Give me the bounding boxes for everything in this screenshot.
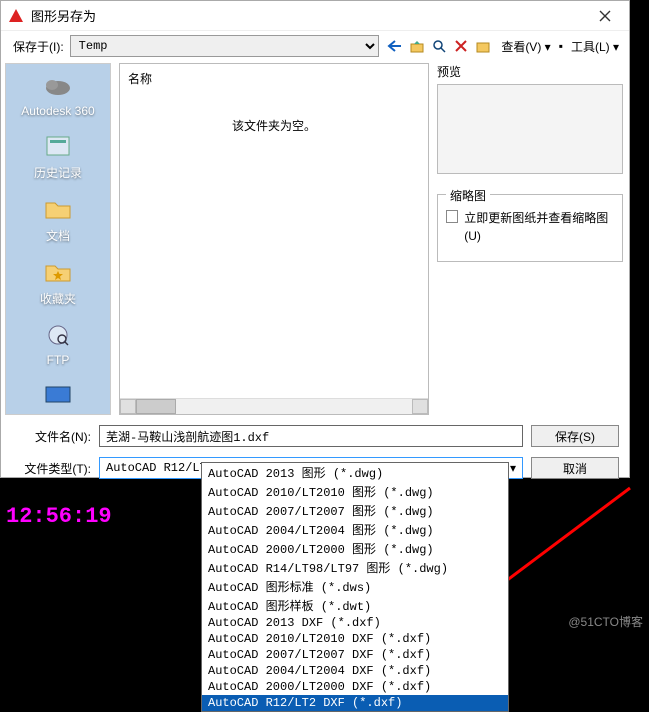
thumbnail-group-label: 缩略图: [446, 187, 490, 204]
scroll-left-icon[interactable]: [120, 399, 136, 414]
empty-folder-text: 该文件夹为空。: [120, 93, 428, 158]
search-icon[interactable]: [429, 36, 449, 56]
filetype-option[interactable]: AutoCAD 2004/LT2004 DXF (*.dxf): [202, 663, 508, 679]
filetype-option[interactable]: AutoCAD 图形标准 (*.dws): [202, 577, 508, 596]
filetype-dropdown[interactable]: AutoCAD 2013 图形 (*.dwg)AutoCAD 2010/LT20…: [201, 462, 509, 712]
filetype-option[interactable]: AutoCAD 2010/LT2010 DXF (*.dxf): [202, 631, 508, 647]
favorites-icon: [42, 258, 74, 286]
filename-input[interactable]: [99, 425, 523, 447]
new-folder-icon[interactable]: [473, 36, 493, 56]
preview-label: 预览: [437, 63, 623, 80]
app-logo-icon: [7, 7, 25, 25]
save-in-label: 保存于(I):: [13, 38, 64, 55]
sidebar-item-label: 桌面: [46, 413, 70, 415]
timestamp-overlay: 12:56:19: [6, 504, 112, 529]
dialog-title: 图形另存为: [31, 6, 583, 25]
sidebar-item-label: 文档: [46, 227, 70, 244]
sidebar-item-label: 历史记录: [34, 164, 82, 181]
thumbnail-group: 缩略图 立即更新图纸并查看缩略图(U): [437, 194, 623, 262]
save-button[interactable]: 保存(S): [531, 425, 619, 447]
close-button[interactable]: [583, 2, 627, 30]
cloud-icon: [42, 72, 74, 100]
toolbar-icons: [385, 36, 493, 56]
scroll-right-icon[interactable]: [412, 399, 428, 414]
sidebar-item-label: FTP: [47, 353, 70, 367]
filetype-option[interactable]: AutoCAD R14/LT98/LT97 图形 (*.dwg): [202, 558, 508, 577]
sidebar-item-autodesk360[interactable]: Autodesk 360: [6, 64, 110, 124]
sidebar-item-documents[interactable]: 文档: [6, 187, 110, 250]
up-folder-icon[interactable]: [407, 36, 427, 56]
filetype-label: 文件类型(T):: [11, 460, 91, 477]
update-thumbnail-checkbox[interactable]: [446, 210, 458, 223]
chevron-down-icon: ▾: [510, 461, 516, 476]
sidebar-item-label: Autodesk 360: [21, 104, 94, 118]
filetype-option[interactable]: AutoCAD 2000/LT2000 DXF (*.dxf): [202, 679, 508, 695]
history-icon: [42, 132, 74, 160]
watermark: @51CTO博客: [568, 613, 643, 630]
view-menu[interactable]: 查看(V) ▾: [499, 38, 552, 55]
sidebar-item-ftp[interactable]: FTP: [6, 313, 110, 373]
filetype-option[interactable]: AutoCAD 2013 DXF (*.dxf): [202, 615, 508, 631]
toolbar-separator: ▪: [559, 39, 563, 53]
filetype-option[interactable]: AutoCAD 2010/LT2010 图形 (*.dwg): [202, 482, 508, 501]
sidebar-item-favorites[interactable]: 收藏夹: [6, 250, 110, 313]
filetype-option[interactable]: AutoCAD 2007/LT2007 图形 (*.dwg): [202, 501, 508, 520]
filename-label: 文件名(N):: [11, 428, 91, 445]
file-list-header[interactable]: 名称: [120, 64, 428, 93]
folder-select[interactable]: Temp: [70, 35, 380, 57]
folder-icon: [42, 195, 74, 223]
filetype-option[interactable]: AutoCAD 图形样板 (*.dwt): [202, 596, 508, 615]
location-toolbar: 保存于(I): Temp 查看(V) ▾ ▪ 工具(L) ▾: [1, 31, 629, 61]
sidebar-item-label: 收藏夹: [40, 290, 76, 307]
cancel-button[interactable]: 取消: [531, 457, 619, 479]
preview-panel: 预览: [437, 63, 623, 174]
back-icon[interactable]: [385, 36, 405, 56]
save-as-dialog: 图形另存为 保存于(I): Temp 查看(V) ▾ ▪ 工具(L) ▾ Aut…: [0, 0, 630, 478]
horizontal-scrollbar[interactable]: [120, 398, 428, 414]
delete-icon[interactable]: [451, 36, 471, 56]
sidebar-item-desktop[interactable]: 桌面: [6, 373, 110, 415]
file-list-panel: 名称 该文件夹为空。: [119, 63, 429, 415]
preview-area: [437, 84, 623, 174]
desktop-icon: [42, 381, 74, 409]
filetype-option[interactable]: AutoCAD R12/LT2 DXF (*.dxf): [202, 695, 508, 711]
filetype-option[interactable]: AutoCAD 2004/LT2004 图形 (*.dwg): [202, 520, 508, 539]
titlebar: 图形另存为: [1, 1, 629, 31]
filetype-option[interactable]: AutoCAD 2013 图形 (*.dwg): [202, 463, 508, 482]
scrollbar-thumb[interactable]: [136, 399, 176, 414]
filetype-option[interactable]: AutoCAD 2000/LT2000 图形 (*.dwg): [202, 539, 508, 558]
ftp-icon: [42, 321, 74, 349]
tools-menu[interactable]: 工具(L) ▾: [569, 38, 621, 55]
update-thumbnail-label: 立即更新图纸并查看缩略图(U): [464, 209, 614, 245]
places-sidebar: Autodesk 360 历史记录 文档 收藏夹 FTP 桌面: [5, 63, 111, 415]
sidebar-item-history[interactable]: 历史记录: [6, 124, 110, 187]
filetype-option[interactable]: AutoCAD 2007/LT2007 DXF (*.dxf): [202, 647, 508, 663]
